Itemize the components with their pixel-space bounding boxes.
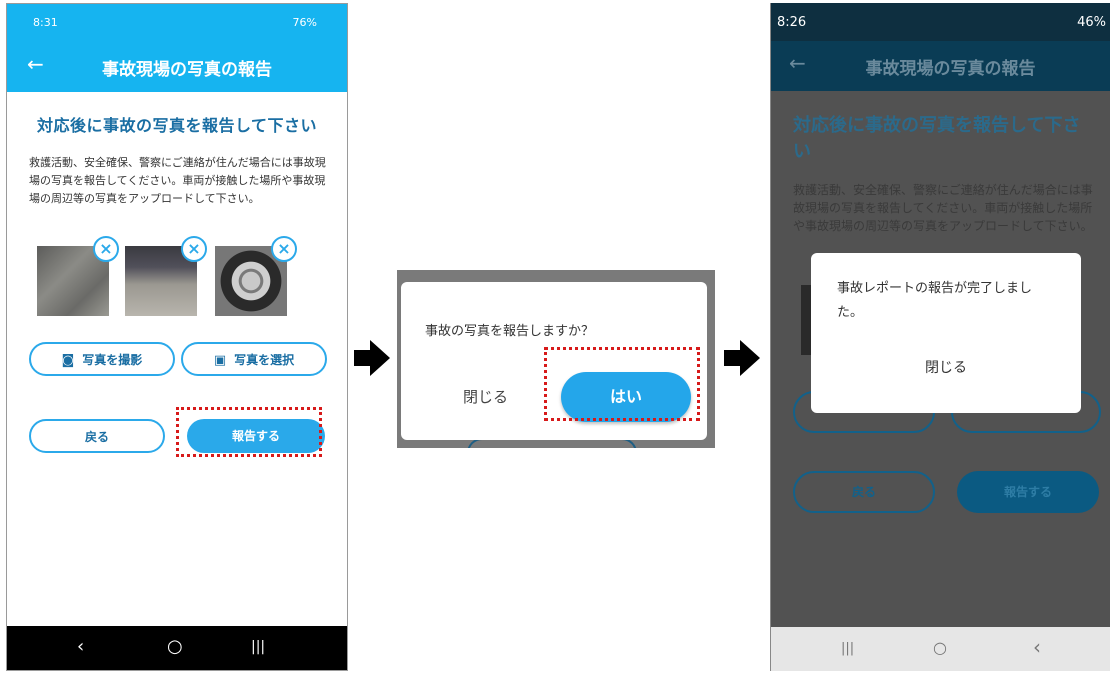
battery-level: 76% <box>292 16 317 29</box>
completion-message: 事故レポートの報告が完了しました。 <box>837 281 1033 320</box>
phone-screen-report: 8:31 76% ← 事故現場の写真の報告 対応後に事故の写真を報告して下さい … <box>6 3 348 671</box>
section-heading: 対応後に事故の写真を報告して下さい <box>36 116 318 135</box>
report-button: 報告する <box>957 471 1099 513</box>
instructions-text: 救護活動、安全確保、警察にご連絡が住んだ場合には事故現場の写真を報告してください… <box>29 156 326 205</box>
remove-photo-icon[interactable]: × <box>271 236 297 262</box>
nav-home-icon[interactable]: ○ <box>167 636 183 657</box>
page-title: 事故現場の写真の報告 <box>865 59 1036 79</box>
completion-dialog: 事故レポートの報告が完了しました。 閉じる <box>811 253 1081 413</box>
confirm-question: 事故の写真を報告しますか？ <box>425 324 595 339</box>
camera-icon: ◙ <box>61 353 75 368</box>
flow-arrow-icon <box>724 340 760 376</box>
app-bar: ← 事故現場の写真の報告 <box>7 42 347 92</box>
nav-recent-icon[interactable]: ||| <box>841 641 854 656</box>
remove-photo-icon[interactable]: × <box>93 236 119 262</box>
take-photo-button[interactable]: ◙ 写真を撮影 <box>29 342 175 376</box>
highlight-yes-button <box>544 347 700 421</box>
nav-recent-icon[interactable]: ||| <box>251 639 265 655</box>
back-button: 戻る <box>793 471 935 513</box>
back-button[interactable]: 戻る <box>29 419 165 453</box>
instructions-text: 救護活動、安全確保、警察にご連絡が住んだ場合には事故現場の写真を報告してください… <box>793 183 1093 233</box>
select-photo-label: 写真を選択 <box>234 353 295 367</box>
completion-close-button[interactable]: 閉じる <box>811 357 1081 377</box>
status-time: 8:31 <box>33 16 58 29</box>
flow-arrow-icon <box>354 340 390 376</box>
photo-thumbnail[interactable]: × <box>37 236 119 316</box>
battery-level: 46% <box>1077 15 1106 30</box>
status-bar: 8:31 76% <box>7 4 347 42</box>
remove-photo-icon[interactable]: × <box>181 236 207 262</box>
image-icon: ▣ <box>213 353 227 368</box>
nav-back-icon[interactable]: ‹ <box>77 636 84 657</box>
nav-home-icon[interactable]: ○ <box>933 638 947 657</box>
page-title: 事故現場の写真の報告 <box>102 60 272 80</box>
take-photo-label: 写真を撮影 <box>82 353 143 367</box>
photo-thumbnail[interactable]: × <box>125 236 207 316</box>
section-heading: 対応後に事故の写真を報告して下さい <box>793 115 1081 162</box>
select-photo-button[interactable]: ▣ 写真を選択 <box>181 342 327 376</box>
dialog-close-button[interactable]: 閉じる <box>463 386 508 407</box>
status-bar: 8:26 46% <box>771 3 1110 41</box>
phone-screen-complete: 8:26 46% ← 事故現場の写真の報告 対応後に事故の写真を報告して下さい … <box>770 3 1110 671</box>
app-bar: ← 事故現場の写真の報告 <box>771 41 1110 91</box>
highlight-report-button <box>176 407 322 457</box>
system-nav-bar: ‹ ○ ||| <box>7 626 347 670</box>
photo-thumbnail[interactable]: × <box>215 236 297 316</box>
status-time: 8:26 <box>777 15 807 30</box>
nav-back-icon[interactable]: ‹ <box>1033 635 1041 659</box>
system-nav-bar: ||| ○ ‹ <box>771 627 1110 671</box>
